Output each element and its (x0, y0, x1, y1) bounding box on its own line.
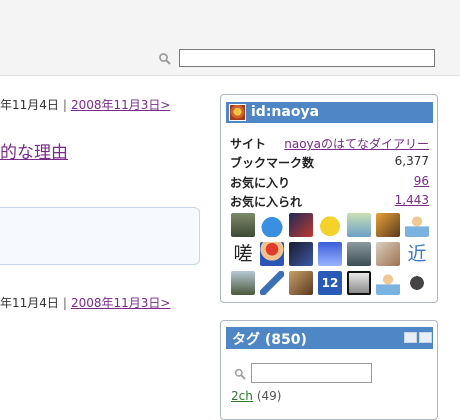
entry-box (0, 207, 200, 265)
user-icon[interactable] (405, 213, 429, 237)
kanji-icon[interactable]: 嗟 (231, 242, 255, 266)
search-input[interactable] (179, 49, 435, 67)
favorite-avatar[interactable] (347, 242, 371, 266)
grid-view-icon[interactable] (419, 332, 432, 343)
brush-icon[interactable] (260, 271, 284, 295)
row-label: お気に入り (230, 176, 291, 190)
favorites-count-link[interactable]: 96 (414, 174, 429, 188)
day-navigation: 年11月4日 | 2008年11月3日> (0, 96, 170, 113)
favorite-avatar[interactable] (376, 213, 400, 237)
favorite-avatar[interactable] (289, 271, 313, 295)
jersey-icon[interactable]: 12 (318, 271, 342, 295)
prev-day-link[interactable]: 2008年11月3日> (71, 296, 171, 310)
profile-row-favorited: お気に入られ 1,443 (230, 193, 429, 209)
favorite-avatar[interactable] (289, 213, 313, 237)
tags-title: タグ (850) (232, 332, 307, 348)
favorite-avatar[interactable] (405, 271, 429, 295)
profile-row-bookmarks: ブックマーク数 6,377 (230, 154, 429, 170)
search-icon (159, 53, 171, 65)
prev-day-link[interactable]: 2008年11月3日> (71, 98, 171, 112)
tag-filter-input[interactable] (251, 363, 372, 383)
favorite-avatar[interactable] (347, 271, 371, 295)
list-view-icon[interactable] (404, 332, 417, 343)
row-label: サイト (230, 137, 267, 151)
tag-count: (49) (256, 389, 282, 403)
entry-title-link[interactable]: 的な理由 (0, 138, 68, 163)
bookmark-count: 6,377 (394, 154, 429, 168)
favorited-count-link[interactable]: 1,443 (395, 193, 429, 207)
nav-separator: | (62, 98, 67, 112)
favorite-avatar[interactable] (289, 242, 313, 266)
current-date: 年11月4日 (0, 296, 59, 310)
day-navigation-bottom: 年11月4日 | 2008年11月3日> (0, 294, 170, 311)
profile-header: id:naoya (226, 102, 433, 123)
favorite-avatar[interactable] (376, 242, 400, 266)
mario-icon[interactable] (260, 242, 284, 266)
current-date: 年11月4日 (0, 98, 59, 112)
favorite-avatar[interactable] (231, 213, 255, 237)
pikachu-icon[interactable] (318, 213, 342, 237)
profile-row-favorites: お気に入り 96 (230, 174, 429, 190)
row-label: ブックマーク数 (230, 156, 315, 170)
favorite-avatar[interactable] (347, 213, 371, 237)
avatar[interactable] (229, 104, 246, 121)
search-icon (234, 368, 246, 380)
user-id[interactable]: id:naoya (251, 104, 319, 120)
tags-module: タグ (850) 2ch (49) (220, 320, 438, 420)
favorite-avatar[interactable] (318, 242, 342, 266)
slime-icon[interactable] (260, 213, 284, 237)
user-icon[interactable] (376, 271, 400, 295)
favorite-avatar[interactable] (231, 271, 255, 295)
row-label: お気に入られ (230, 195, 303, 209)
nav-separator: | (62, 296, 67, 310)
top-bar (0, 0, 460, 76)
profile-module: id:naoya サイト naoyaのはてなダイアリー ブックマーク数 6,37… (220, 94, 438, 303)
kanji-icon[interactable]: 近 (405, 242, 429, 266)
list-item: 2ch (49) (231, 389, 281, 403)
tags-header: タグ (850) (226, 327, 433, 349)
tag-link[interactable]: 2ch (231, 389, 253, 403)
profile-row-site: サイト naoyaのはてなダイアリー (230, 135, 429, 151)
site-link[interactable]: naoyaのはてなダイアリー (284, 135, 429, 152)
